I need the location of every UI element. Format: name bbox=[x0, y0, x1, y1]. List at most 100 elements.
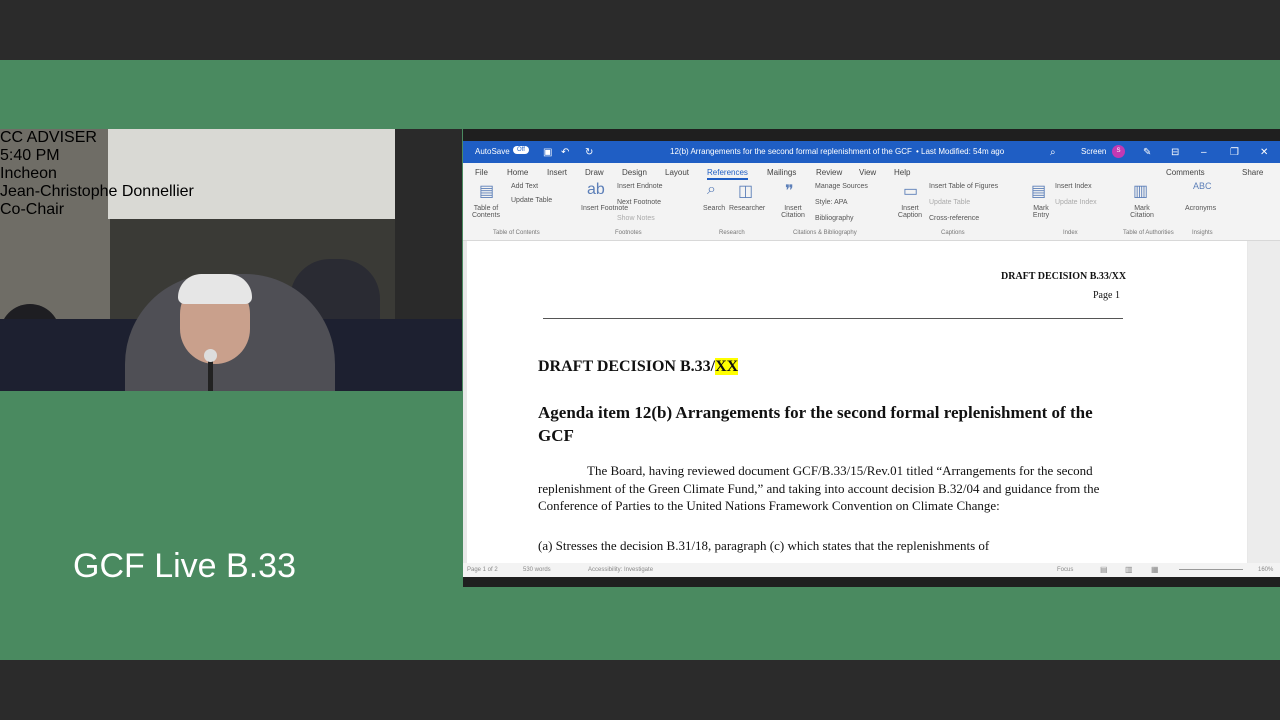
search-ribbon-icon[interactable]: ⌕ bbox=[707, 181, 716, 199]
document-area: DRAFT DECISION B.33/XX Page 1 DRAFT DECI… bbox=[463, 241, 1280, 563]
acronyms-icon[interactable]: ABC bbox=[1193, 181, 1212, 191]
pen-icon[interactable]: ✎ bbox=[1143, 147, 1151, 158]
menu-mailings[interactable]: Mailings bbox=[767, 168, 796, 177]
menu-file[interactable]: File bbox=[475, 168, 488, 177]
group-citations: Citations & Bibliography bbox=[793, 230, 857, 236]
bottom-letterbox bbox=[0, 660, 1280, 720]
bibliography-button[interactable]: Bibliography bbox=[815, 215, 854, 222]
menu-design[interactable]: Design bbox=[622, 168, 647, 177]
autosave-toggle[interactable]: Off bbox=[513, 146, 529, 154]
group-toc: Table of Contents bbox=[493, 230, 540, 236]
researcher-icon[interactable]: ◫ bbox=[738, 181, 753, 201]
agenda-heading: Agenda item 12(b) Arrangements for the s… bbox=[538, 403, 1093, 445]
group-authorities: Table of Authorities bbox=[1123, 230, 1174, 236]
decision-prefix: DRAFT DECISION B.33/ bbox=[538, 358, 716, 375]
search-button[interactable]: Search bbox=[703, 205, 725, 212]
page-label: Page 1 bbox=[1093, 290, 1120, 301]
speaker-name: Jean-Christophe Donnellier bbox=[0, 183, 194, 200]
user-name: Screen bbox=[1081, 147, 1107, 156]
word-count[interactable]: 530 words bbox=[523, 567, 551, 573]
group-index: Index bbox=[1063, 230, 1078, 236]
mark-citation-icon[interactable]: ▥ bbox=[1133, 181, 1148, 201]
update-index-button[interactable]: Update Index bbox=[1055, 199, 1097, 206]
speaker-role: Co-Chair bbox=[0, 201, 65, 218]
camera-overlay: CC ADVISER 5:40 PM Incheon Jean-Christop… bbox=[0, 129, 462, 391]
page-count[interactable]: Page 1 of 2 bbox=[467, 567, 498, 573]
menu-review[interactable]: Review bbox=[816, 168, 842, 177]
caption-icon[interactable]: ▭ bbox=[903, 181, 918, 201]
toc-button[interactable]: Table of Contents bbox=[469, 205, 503, 219]
print-layout-icon[interactable]: ▥ bbox=[1125, 565, 1133, 574]
title-bar: AutoSave Off ▣ ↶ ↻ 12(b) Arrangements fo… bbox=[463, 141, 1280, 163]
top-letterbox bbox=[0, 0, 1280, 60]
mark-entry-button[interactable]: Mark Entry bbox=[1029, 205, 1053, 219]
preamble-paragraph: The Board, having reviewed document GCF/… bbox=[538, 463, 1100, 513]
show-notes-button[interactable]: Show Notes bbox=[617, 215, 655, 222]
zoom-level[interactable]: 160% bbox=[1258, 567, 1273, 573]
group-research: Research bbox=[719, 230, 745, 236]
update-table-caption-button[interactable]: Update Table bbox=[929, 199, 970, 206]
word-window: AutoSave Off ▣ ↶ ↻ 12(b) Arrangements fo… bbox=[463, 129, 1280, 587]
location-label: Incheon bbox=[0, 165, 57, 182]
vertical-scrollbar[interactable] bbox=[1248, 241, 1280, 563]
add-text-button[interactable]: Add Text bbox=[511, 183, 538, 190]
share-button[interactable]: Share bbox=[1242, 168, 1263, 177]
focus-button[interactable]: Focus bbox=[1057, 567, 1073, 573]
name-sign: CC ADVISER bbox=[0, 129, 97, 146]
group-insights: Insights bbox=[1192, 230, 1213, 236]
minimize-icon[interactable]: – bbox=[1201, 147, 1207, 158]
comments-button[interactable]: Comments bbox=[1166, 168, 1205, 177]
menu-layout[interactable]: Layout bbox=[665, 168, 689, 177]
save-icon[interactable]: ▣ bbox=[543, 147, 552, 158]
group-captions: Captions bbox=[941, 230, 965, 236]
citation-icon[interactable]: ❞ bbox=[785, 181, 794, 201]
decision-heading: DRAFT DECISION B.33/XX bbox=[538, 358, 739, 376]
menu-home[interactable]: Home bbox=[507, 168, 528, 177]
read-mode-icon[interactable]: ▤ bbox=[1100, 565, 1108, 574]
user-avatar[interactable]: S bbox=[1112, 145, 1125, 158]
last-modified[interactable]: • Last Modified: 54m ago bbox=[916, 147, 1004, 156]
ribbon: File Home Insert Draw Design Layout Refe… bbox=[463, 163, 1280, 241]
ribbon-display-icon[interactable]: ⊟ bbox=[1171, 147, 1179, 158]
zoom-slider[interactable] bbox=[1179, 569, 1243, 570]
accessibility-status[interactable]: Accessibility: Investigate bbox=[588, 567, 653, 573]
mark-entry-icon[interactable]: ▤ bbox=[1031, 181, 1046, 201]
group-footnotes: Footnotes bbox=[615, 230, 642, 236]
acronyms-button[interactable]: Acronyms bbox=[1185, 205, 1216, 212]
update-table-button[interactable]: Update Table bbox=[511, 197, 552, 204]
web-layout-icon[interactable]: ▦ bbox=[1151, 565, 1159, 574]
menu-references[interactable]: References bbox=[707, 168, 748, 180]
manage-sources-button[interactable]: Manage Sources bbox=[815, 183, 868, 190]
next-footnote-button[interactable]: Next Footnote bbox=[617, 199, 661, 206]
cross-reference-button[interactable]: Cross-reference bbox=[929, 215, 979, 222]
autosave-label: AutoSave bbox=[475, 147, 510, 156]
researcher-button[interactable]: Researcher bbox=[729, 205, 765, 212]
redo-icon[interactable]: ↻ bbox=[585, 147, 593, 158]
menu-view[interactable]: View bbox=[859, 168, 876, 177]
menu-insert[interactable]: Insert bbox=[547, 168, 567, 177]
insert-citation-button[interactable]: Insert Citation bbox=[775, 205, 811, 219]
undo-icon[interactable]: ↶ bbox=[561, 147, 569, 158]
toc-icon[interactable]: ▤ bbox=[479, 181, 494, 201]
insert-caption-button[interactable]: Insert Caption bbox=[895, 205, 925, 219]
decision-placeholder: XX bbox=[715, 358, 739, 375]
document-title: 12(b) Arrangements for the second formal… bbox=[670, 147, 912, 156]
search-icon[interactable]: ⌕ bbox=[1050, 147, 1056, 158]
restore-icon[interactable]: ❐ bbox=[1230, 147, 1239, 158]
insert-tof-button[interactable]: Insert Table of Figures bbox=[929, 183, 998, 190]
insert-index-button[interactable]: Insert Index bbox=[1055, 183, 1092, 190]
footnote-icon[interactable]: ab bbox=[587, 181, 605, 199]
menu-draw[interactable]: Draw bbox=[585, 168, 604, 177]
mark-citation-button[interactable]: Mark Citation bbox=[1125, 205, 1159, 219]
insert-footnote-button[interactable]: Insert Footnote bbox=[581, 205, 628, 212]
menu-help[interactable]: Help bbox=[894, 168, 910, 177]
close-icon[interactable]: ✕ bbox=[1260, 147, 1268, 158]
document-page[interactable]: DRAFT DECISION B.33/XX Page 1 DRAFT DECI… bbox=[467, 241, 1247, 563]
header-rule bbox=[543, 318, 1123, 319]
clause-a: (a) Stresses the decision B.31/18, parag… bbox=[538, 538, 990, 553]
local-time: 5:40 PM bbox=[0, 147, 60, 164]
running-header: DRAFT DECISION B.33/XX bbox=[1001, 271, 1127, 282]
insert-endnote-button[interactable]: Insert Endnote bbox=[617, 183, 663, 190]
style-select[interactable]: Style: APA bbox=[815, 199, 848, 206]
stream-title: GCF Live B.33 bbox=[73, 547, 296, 585]
